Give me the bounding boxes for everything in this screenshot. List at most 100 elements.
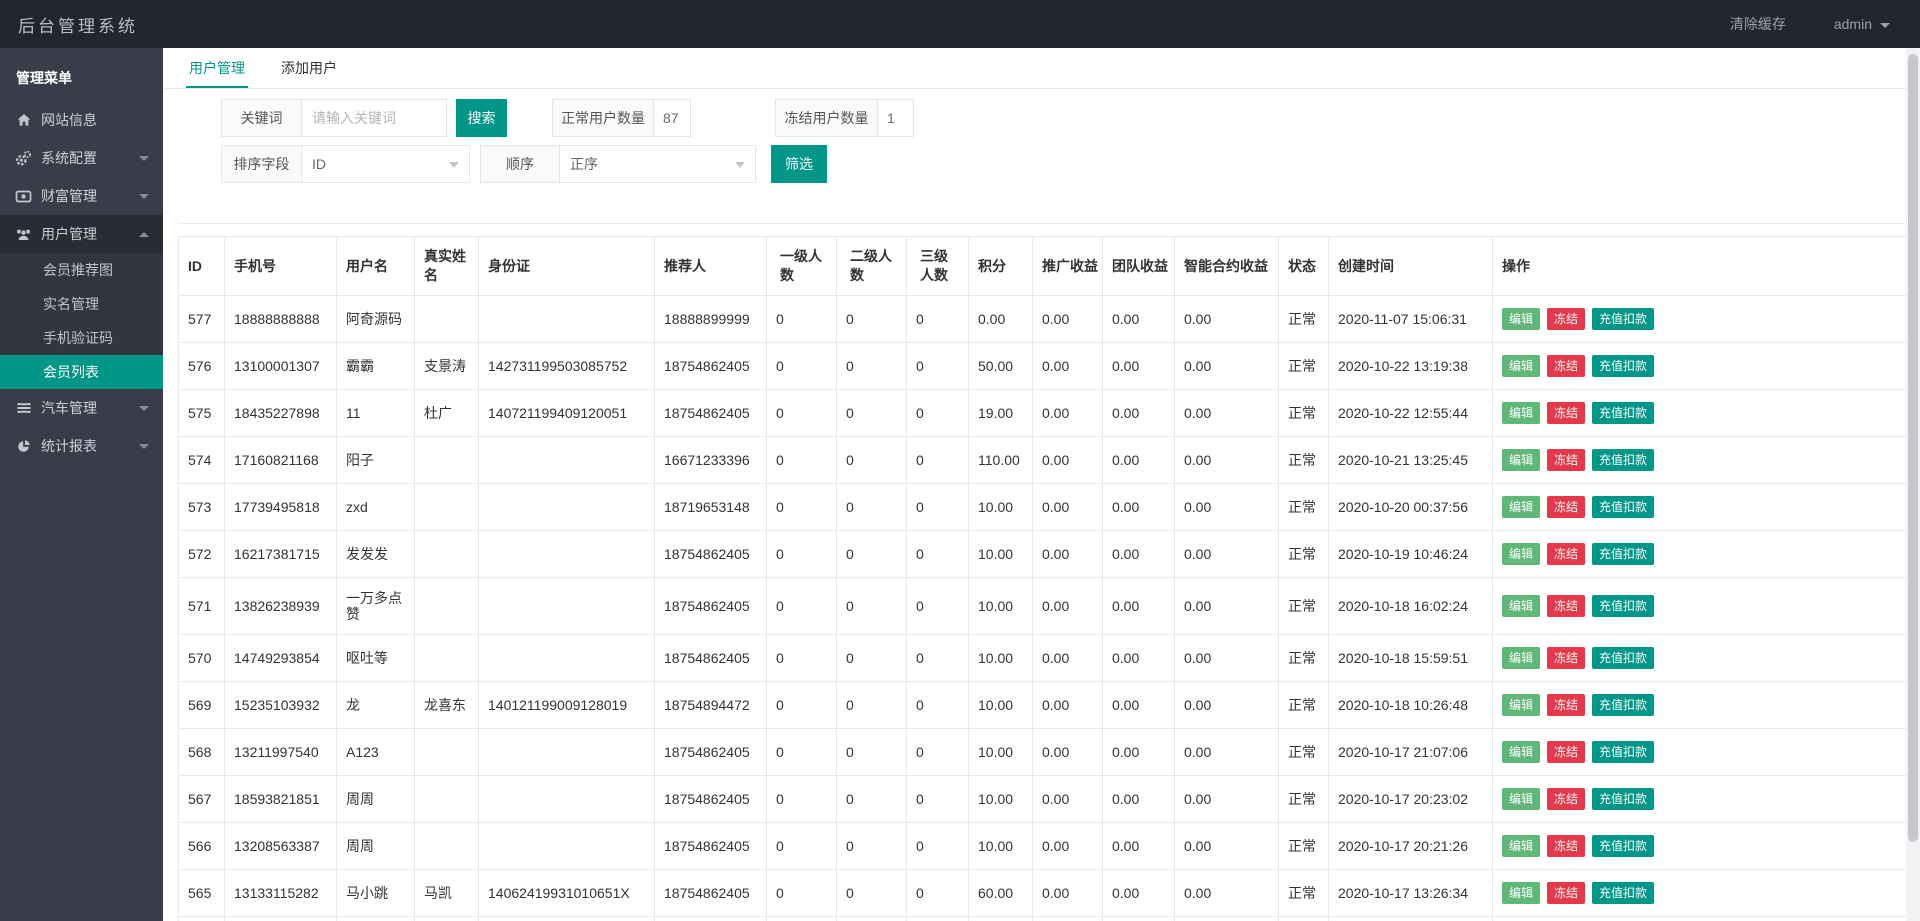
- sidebar-item-member-referral[interactable]: 会员推荐图: [0, 253, 163, 287]
- table-cell: 0: [767, 390, 837, 437]
- table-cell: 0: [837, 823, 907, 870]
- table-cell: 0: [767, 870, 837, 917]
- sidebar-item-sms-code[interactable]: 手机验证码: [0, 321, 163, 355]
- normal-users-group: 正常用户数量 87: [552, 99, 691, 137]
- recharge-button[interactable]: 充值扣款: [1592, 741, 1654, 763]
- freeze-button[interactable]: 冻结: [1547, 835, 1585, 857]
- table-row: 56613208563387周周1875486240500010.000.000…: [179, 823, 1907, 870]
- freeze-button[interactable]: 冻结: [1547, 449, 1585, 471]
- actions-cell: 编辑冻结充值扣款: [1493, 578, 1907, 635]
- recharge-button[interactable]: 充值扣款: [1592, 402, 1654, 424]
- edit-button[interactable]: 编辑: [1502, 308, 1540, 330]
- table-cell: 0.00: [1103, 635, 1175, 682]
- edit-button[interactable]: 编辑: [1502, 543, 1540, 565]
- table-cell: 0.00: [1103, 823, 1175, 870]
- table-cell: 马小跳: [337, 870, 415, 917]
- recharge-button[interactable]: 充值扣款: [1592, 647, 1654, 669]
- actions-cell: 编辑冻结充值扣款: [1493, 823, 1907, 870]
- sidebar-item-member-list[interactable]: 会员列表: [0, 355, 163, 389]
- freeze-button[interactable]: 冻结: [1547, 543, 1585, 565]
- freeze-button[interactable]: 冻结: [1547, 496, 1585, 518]
- freeze-button[interactable]: 冻结: [1547, 788, 1585, 810]
- freeze-button[interactable]: 冻结: [1547, 741, 1585, 763]
- edit-button[interactable]: 编辑: [1502, 496, 1540, 518]
- recharge-button[interactable]: 充值扣款: [1592, 496, 1654, 518]
- freeze-button[interactable]: 冻结: [1547, 308, 1585, 330]
- edit-button[interactable]: 编辑: [1502, 694, 1540, 716]
- recharge-button[interactable]: 充值扣款: [1592, 694, 1654, 716]
- scrollbar-track[interactable]: [1906, 48, 1920, 921]
- table-cell: 0: [837, 776, 907, 823]
- order-select[interactable]: 正序: [560, 145, 756, 183]
- scrollbar-thumb[interactable]: [1908, 54, 1918, 842]
- table-cell: 0: [767, 578, 837, 635]
- table-cell: 573: [179, 484, 225, 531]
- tab-add-user[interactable]: 添加用户: [278, 48, 340, 88]
- edit-button[interactable]: 编辑: [1502, 355, 1540, 377]
- freeze-button[interactable]: 冻结: [1547, 402, 1585, 424]
- edit-button[interactable]: 编辑: [1502, 449, 1540, 471]
- recharge-button[interactable]: 充值扣款: [1592, 449, 1654, 471]
- edit-button[interactable]: 编辑: [1502, 835, 1540, 857]
- user-menu[interactable]: admin: [1834, 16, 1890, 32]
- tab-user-management[interactable]: 用户管理: [186, 48, 248, 88]
- filter-button[interactable]: 筛选: [771, 145, 827, 183]
- freeze-button[interactable]: 冻结: [1547, 595, 1585, 617]
- recharge-button[interactable]: 充值扣款: [1592, 308, 1654, 330]
- table-cell: 2020-10-17 12:13:45: [1329, 917, 1493, 921]
- freeze-button[interactable]: 冻结: [1547, 694, 1585, 716]
- sidebar: 管理菜单 网站信息 系统配置: [0, 48, 163, 921]
- normal-users-count: 87: [654, 99, 691, 137]
- chevron-down-icon: [449, 162, 459, 168]
- column-header: 操作: [1493, 237, 1907, 296]
- edit-button[interactable]: 编辑: [1502, 595, 1540, 617]
- edit-button[interactable]: 编辑: [1502, 788, 1540, 810]
- edit-button[interactable]: 编辑: [1502, 402, 1540, 424]
- sidebar-item-user-management[interactable]: 用户管理: [0, 215, 163, 253]
- recharge-button[interactable]: 充值扣款: [1592, 788, 1654, 810]
- actions-cell: 编辑冻结充值扣款: [1493, 635, 1907, 682]
- recharge-button[interactable]: 充值扣款: [1592, 835, 1654, 857]
- recharge-button[interactable]: 充值扣款: [1592, 595, 1654, 617]
- recharge-button[interactable]: 充值扣款: [1592, 355, 1654, 377]
- edit-button[interactable]: 编辑: [1502, 647, 1540, 669]
- table-cell: 2020-10-17 20:21:26: [1329, 823, 1493, 870]
- table-cell: 2020-10-18 15:59:51: [1329, 635, 1493, 682]
- table-cell: [415, 635, 479, 682]
- freeze-button[interactable]: 冻结: [1547, 882, 1585, 904]
- sidebar-item-reports[interactable]: 统计报表: [0, 427, 163, 465]
- column-header: 身份证: [479, 237, 655, 296]
- gears-icon: [15, 150, 32, 167]
- table-cell: 50.00: [969, 343, 1033, 390]
- sidebar-item-site-info[interactable]: 网站信息: [0, 101, 163, 139]
- table-cell: 0.00: [1033, 578, 1103, 635]
- chevron-down-icon: [139, 444, 149, 449]
- edit-button[interactable]: 编辑: [1502, 882, 1540, 904]
- table-cell: 0: [907, 682, 969, 729]
- edit-button[interactable]: 编辑: [1502, 741, 1540, 763]
- content: 关键词 搜索 正常用户数量 87 冻结用户数量 1 排序字段 ID: [163, 89, 1920, 921]
- freeze-button[interactable]: 冻结: [1547, 647, 1585, 669]
- sort-field-select[interactable]: ID: [302, 145, 470, 183]
- table-cell: 10.00: [969, 682, 1033, 729]
- recharge-button[interactable]: 充值扣款: [1592, 882, 1654, 904]
- table-cell: 正常: [1279, 635, 1329, 682]
- search-button[interactable]: 搜索: [456, 99, 507, 137]
- sidebar-item-car-management[interactable]: 汽车管理: [0, 389, 163, 427]
- sidebar-item-system-config[interactable]: 系统配置: [0, 139, 163, 177]
- recharge-button[interactable]: 充值扣款: [1592, 543, 1654, 565]
- table-cell: 0.00: [1033, 823, 1103, 870]
- table-cell: 2020-10-17 21:07:06: [1329, 729, 1493, 776]
- actions-cell: 编辑冻结充值扣款: [1493, 682, 1907, 729]
- sidebar-item-wealth[interactable]: 财富管理: [0, 177, 163, 215]
- keyword-input[interactable]: [302, 99, 447, 137]
- freeze-button[interactable]: 冻结: [1547, 355, 1585, 377]
- sidebar-item-realname[interactable]: 实名管理: [0, 287, 163, 321]
- table-cell: 0: [767, 776, 837, 823]
- table-cell: 0: [837, 917, 907, 921]
- table-cell: [415, 823, 479, 870]
- table-cell: 2020-10-18 16:02:24: [1329, 578, 1493, 635]
- order-label: 顺序: [480, 145, 560, 183]
- clear-cache-link[interactable]: 清除缓存: [1730, 14, 1786, 34]
- table-cell: 13133115282: [225, 870, 337, 917]
